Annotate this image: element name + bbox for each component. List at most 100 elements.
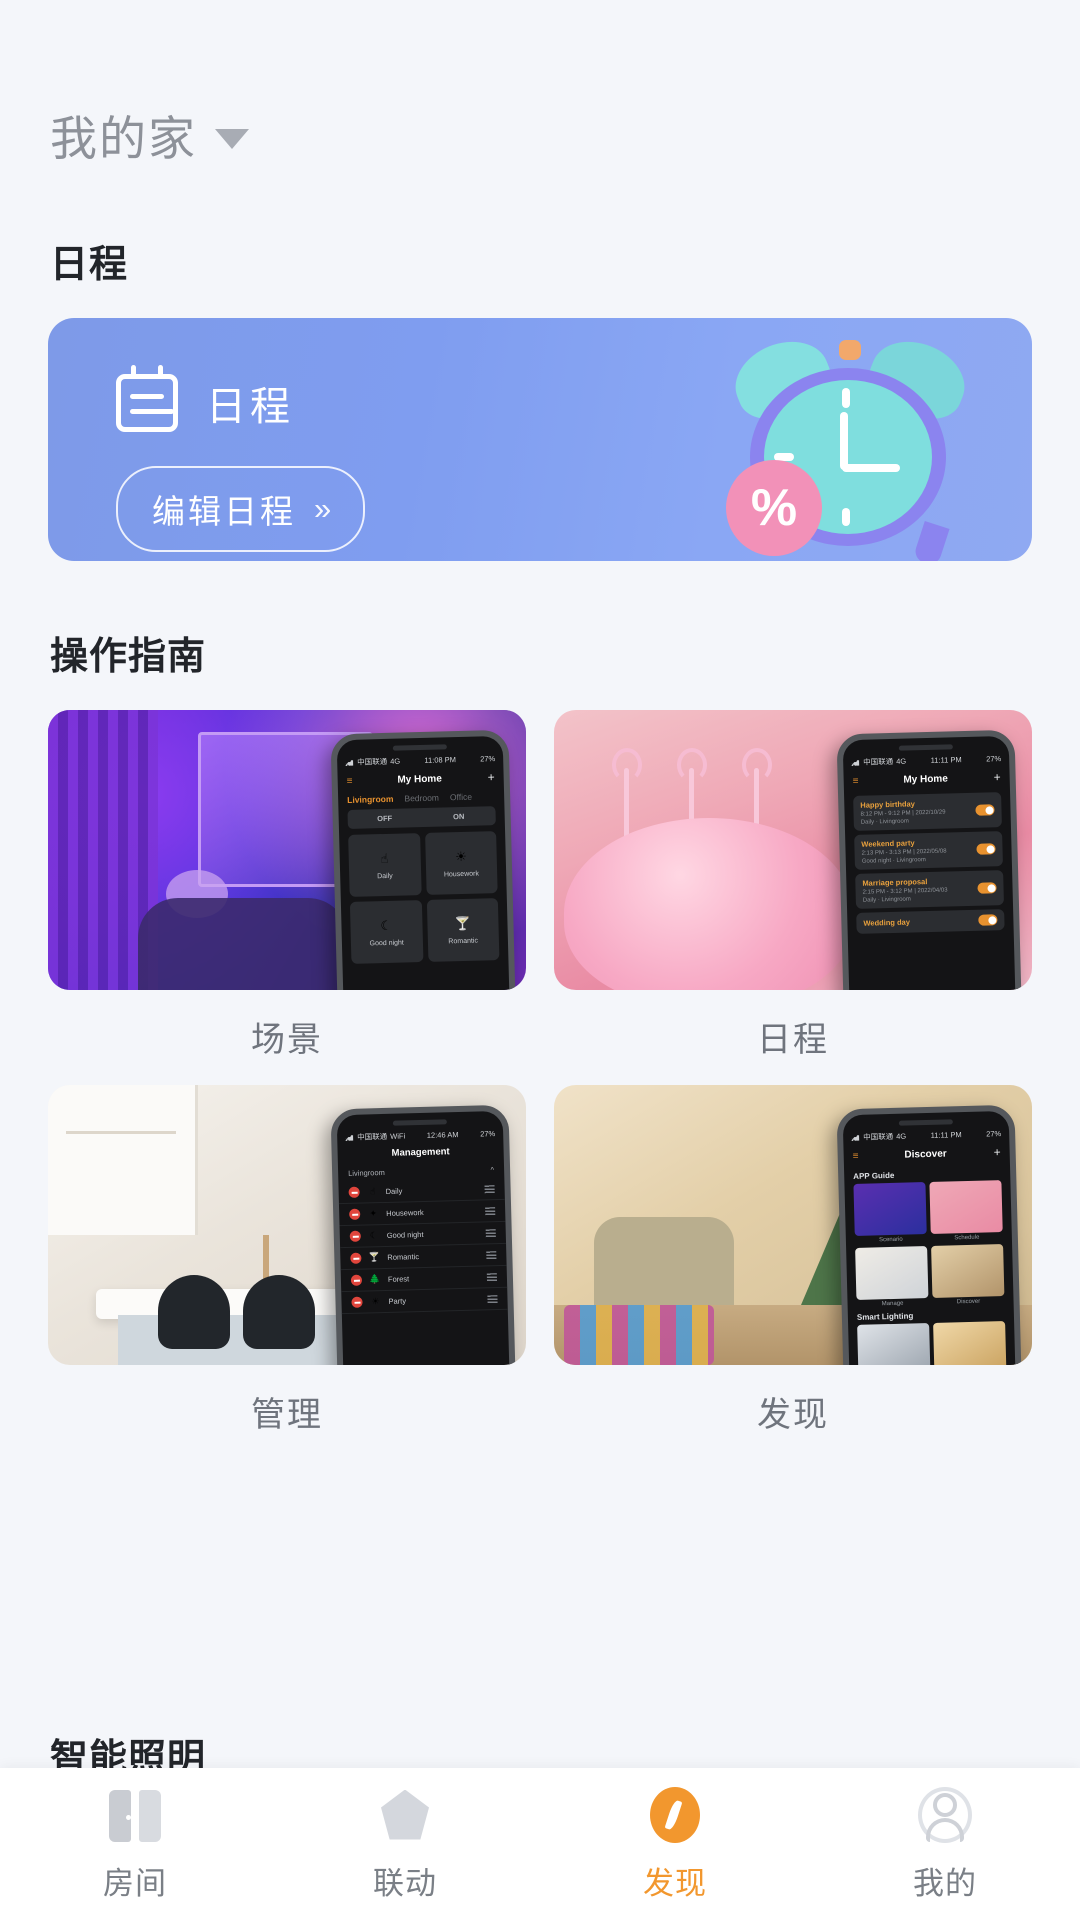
discover-lighting-grid	[848, 1321, 1015, 1365]
phone-power-toggle: OFF ON	[347, 806, 495, 829]
scene-glyph-icon: ☝	[380, 850, 388, 866]
banner-label: 日程	[206, 374, 294, 432]
schedule-toggle	[976, 843, 995, 854]
scene-tile: ☝ Daily	[348, 833, 421, 897]
scene-tile: 🍸 Romantic	[426, 898, 499, 962]
tab-discover-label: 发现	[643, 1858, 707, 1903]
network-label: WiFi	[390, 1131, 405, 1140]
tab-profile[interactable]: 我的	[810, 1786, 1080, 1903]
calendar-icon	[116, 374, 178, 432]
scene-name: Good night	[369, 939, 403, 947]
scene-name: Party	[388, 1295, 480, 1306]
guide-caption-schedule: 日程	[554, 1012, 1032, 1061]
filter-icon: ≡	[853, 1150, 858, 1161]
toggle-off-label: OFF	[347, 808, 421, 829]
guide-card-discover[interactable]: 中国联通 4G 11:11 PM 27% ≡ Discover + APP Gu…	[554, 1085, 1032, 1436]
schedule-toggle	[978, 914, 997, 925]
drag-handle-icon	[487, 1295, 497, 1303]
room-tab-bedroom: Bedroom	[404, 793, 439, 804]
scene-name: Daily	[386, 1185, 478, 1196]
status-time: 12:46 AM	[427, 1130, 459, 1140]
room-tab-office: Office	[450, 792, 472, 803]
bottom-tab-bar: 房间 联动 发现 我的	[0, 1768, 1080, 1920]
tab-automation[interactable]: 联动	[270, 1786, 540, 1903]
room-label: Livingroom	[348, 1168, 385, 1178]
plus-icon: +	[487, 770, 494, 784]
scene-glyph-icon: ☀	[369, 1296, 381, 1307]
tab-room[interactable]: 房间	[0, 1786, 270, 1903]
scene-glyph-icon: 🌲	[369, 1274, 381, 1285]
schedule-time: 2:13 PM - 3:13 PM | 2022/05/08	[862, 849, 947, 857]
management-row: ☀ Party	[341, 1288, 508, 1314]
discover-cell	[929, 1180, 1002, 1234]
schedule-title: Weekend party	[861, 838, 946, 849]
schedule-toggle	[975, 804, 994, 815]
schedule-row: Weekend party 2:13 PM - 3:13 PM | 2022/0…	[854, 831, 1003, 870]
schedule-time: 2:15 PM - 3:12 PM | 2022/04/03	[863, 888, 948, 896]
guide-card-management[interactable]: 中国联通 WiFi 12:46 AM 27% Management Living…	[48, 1085, 526, 1436]
schedule-title: Marriage proposal	[862, 877, 947, 888]
signal-icon	[345, 1134, 354, 1141]
status-time: 11:11 PM	[931, 1130, 962, 1140]
carrier-label: 中国联通	[357, 756, 387, 768]
carrier-label: 中国联通	[863, 1131, 893, 1143]
delete-icon	[351, 1275, 362, 1286]
network-label: 4G	[896, 757, 906, 766]
battery-label: 27%	[986, 1129, 1001, 1138]
percent-badge: %	[726, 460, 822, 556]
chevron-down-icon[interactable]	[215, 129, 249, 149]
scene-glyph-icon: 🍸	[368, 1252, 380, 1263]
guide-card-schedule[interactable]: 中国联通 4G 11:11 PM 27% ≡ My Home + Happy b…	[554, 710, 1032, 1061]
phone-title: My Home	[903, 773, 948, 785]
discover-guide-grid: Scenario Schedule Manage Discover	[844, 1180, 1013, 1308]
battery-label: 27%	[986, 754, 1001, 763]
schedule-time: 8:12 PM - 9:12 PM | 2022/10/29	[861, 810, 946, 818]
scene-glyph-icon: ☾	[368, 1230, 380, 1241]
delete-icon	[349, 1187, 360, 1198]
profile-icon	[917, 1786, 973, 1844]
home-name: 我的家	[50, 100, 197, 169]
schedule-row: Wedding day	[856, 909, 1004, 934]
signal-icon	[851, 1134, 860, 1141]
guide-thumb-scene[interactable]: 中国联通 4G 11:08 PM 27% ≡ My Home + Livingr…	[48, 710, 526, 990]
scene-name: Daily	[377, 872, 393, 879]
schedule-tags: Daily · Livingroom	[861, 818, 946, 826]
drag-handle-icon	[485, 1207, 495, 1215]
filter-icon: ≡	[347, 775, 352, 786]
status-time: 11:08 PM	[424, 755, 456, 765]
discover-cell	[857, 1323, 930, 1365]
guide-card-scene[interactable]: 中国联通 4G 11:08 PM 27% ≡ My Home + Livingr…	[48, 710, 526, 1061]
schedule-title: Happy birthday	[860, 799, 945, 810]
guide-thumb-management[interactable]: 中国联通 WiFi 12:46 AM 27% Management Living…	[48, 1085, 526, 1365]
scene-glyph-icon: 🍸	[454, 915, 471, 931]
phone-title: Discover	[904, 1148, 947, 1160]
scene-name: Housework	[444, 870, 479, 878]
tab-room-label: 房间	[103, 1858, 167, 1903]
discover-cell	[933, 1321, 1006, 1365]
schedule-title: Wedding day	[863, 918, 910, 928]
delete-icon	[350, 1253, 361, 1264]
phone-mock-discover: 中国联通 4G 11:11 PM 27% ≡ Discover + APP Gu…	[836, 1105, 1021, 1365]
scene-glyph-icon: ☀	[455, 848, 467, 864]
network-label: 4G	[896, 1132, 906, 1141]
battery-label: 27%	[480, 754, 495, 763]
tab-automation-label: 联动	[373, 1858, 437, 1903]
scene-name: Forest	[388, 1273, 480, 1284]
guide-caption-discover: 发现	[554, 1387, 1032, 1436]
phone-mock-scene: 中国联通 4G 11:08 PM 27% ≡ My Home + Livingr…	[330, 730, 515, 990]
home-selector[interactable]: 我的家	[0, 0, 1080, 169]
scene-name: Romantic	[448, 937, 478, 945]
room-tab-livingroom: Livingroom	[347, 794, 394, 805]
scene-name: Romantic	[387, 1251, 479, 1262]
edit-schedule-button[interactable]: 编辑日程 »	[116, 466, 365, 552]
phone-mock-management: 中国联通 WiFi 12:46 AM 27% Management Living…	[330, 1105, 515, 1365]
schedule-tags: Daily · Livingroom	[863, 896, 948, 904]
guide-thumb-discover[interactable]: 中国联通 4G 11:11 PM 27% ≡ Discover + APP Gu…	[554, 1085, 1032, 1365]
tab-discover[interactable]: 发现	[540, 1786, 810, 1903]
discover-cell	[931, 1244, 1004, 1298]
scene-tile: ☀ Housework	[425, 831, 498, 895]
guide-thumb-schedule[interactable]: 中国联通 4G 11:11 PM 27% ≡ My Home + Happy b…	[554, 710, 1032, 990]
filter-icon: ≡	[853, 775, 858, 786]
chevron-up-icon: ^	[490, 1165, 494, 1174]
schedule-banner[interactable]: 日程 编辑日程 » %	[48, 318, 1032, 561]
